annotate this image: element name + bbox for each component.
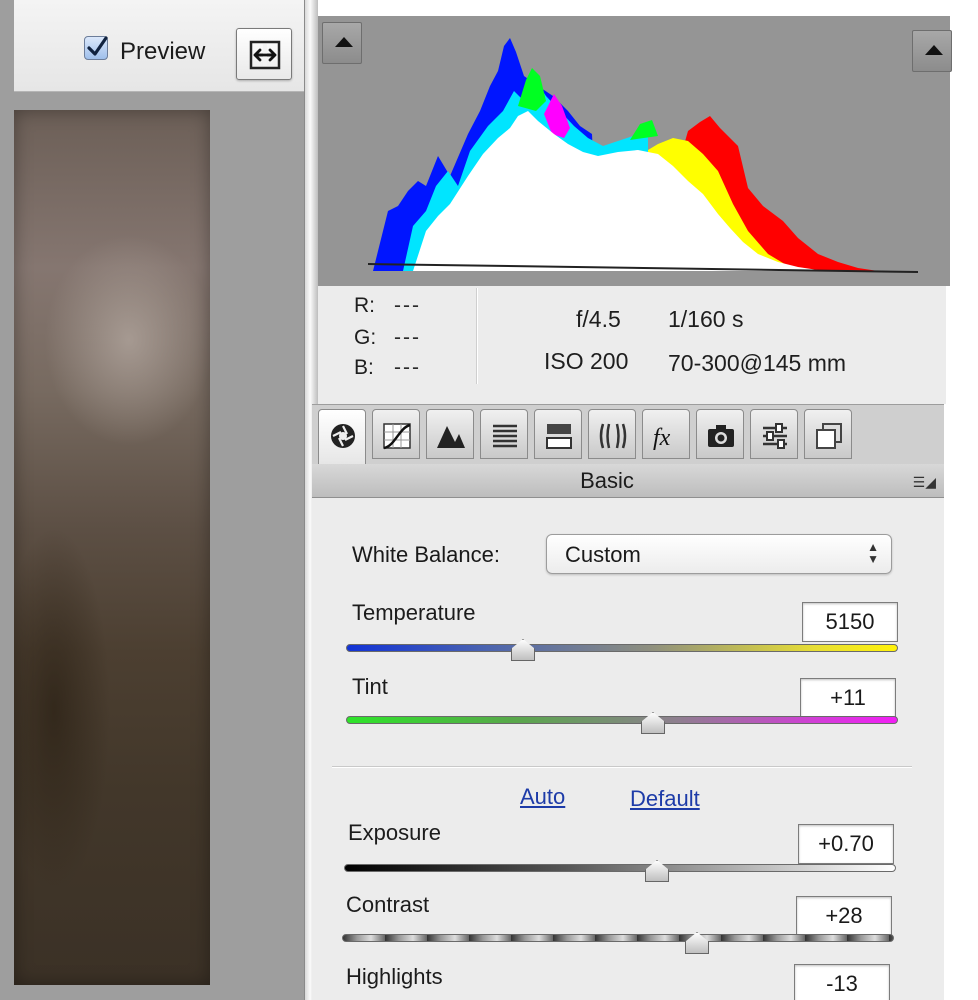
snapshots-icon — [816, 423, 842, 449]
panel-menu-icon[interactable]: ☰◢ — [913, 474, 936, 491]
hsl-icon — [493, 424, 517, 448]
preview-checkbox[interactable] — [84, 36, 108, 60]
info-divider — [476, 288, 478, 384]
tab-lens-corrections[interactable] — [588, 409, 636, 459]
contrast-slider-track[interactable] — [342, 934, 894, 942]
contrast-label: Contrast — [346, 892, 430, 917]
tab-presets[interactable] — [750, 409, 798, 459]
select-arrows-icon: ▲ ▼ — [867, 540, 879, 566]
white-balance-select[interactable]: Custom ▲ ▼ — [546, 534, 892, 574]
section-divider — [332, 766, 912, 768]
window-edge — [944, 404, 978, 1000]
image-preview-pane: Preview — [0, 0, 304, 1000]
shutter-speed-value: 1/160 s — [668, 306, 744, 332]
r-label: R: — [354, 294, 375, 317]
tint-label: Tint — [352, 674, 388, 699]
contrast-input[interactable]: +28 — [796, 896, 892, 936]
b-value: --- — [394, 356, 421, 379]
swap-arrows-icon — [249, 40, 281, 70]
preview-toolbar: Preview — [14, 0, 304, 92]
split-toning-icon — [546, 424, 572, 449]
tab-detail[interactable] — [426, 409, 474, 459]
tab-snapshots[interactable] — [804, 409, 852, 459]
r-value: --- — [394, 294, 421, 317]
presets-icon — [763, 423, 787, 449]
aperture-icon — [331, 424, 355, 448]
white-balance-label: White Balance: — [352, 542, 500, 567]
white-balance-value: Custom — [565, 542, 641, 567]
preview-label: Preview — [120, 38, 206, 65]
tab-tone-curve[interactable] — [372, 409, 420, 459]
tint-input[interactable]: +11 — [800, 678, 896, 718]
info-panel: R: --- G: --- B: --- f/4.5 1/160 s ISO 2… — [318, 286, 946, 406]
lens-focal-value: 70-300@145 mm — [668, 350, 847, 376]
tab-basic[interactable] — [318, 409, 366, 465]
tab-camera-calibration[interactable] — [696, 409, 744, 459]
default-link[interactable]: Default — [630, 786, 700, 812]
effects-fx-icon: fx — [653, 425, 671, 451]
panel-header: Basic ☰◢ — [312, 464, 944, 498]
swap-view-button[interactable] — [236, 28, 292, 80]
tab-hsl[interactable] — [480, 409, 528, 459]
exposure-label: Exposure — [348, 820, 441, 845]
tab-split-toning[interactable] — [534, 409, 582, 459]
temperature-label: Temperature — [352, 600, 476, 625]
panel-title: Basic — [580, 468, 634, 493]
camera-calibration-icon — [708, 425, 734, 447]
lens-corrections-icon — [599, 423, 627, 449]
tone-curve-icon — [383, 423, 411, 450]
aperture-value: f/4.5 — [576, 306, 621, 332]
auto-link[interactable]: Auto — [520, 784, 565, 810]
basic-panel: White Balance: Custom ▲ ▼ Temperature 515… — [312, 498, 944, 1000]
svg-text:fx: fx — [653, 425, 671, 451]
g-label: G: — [354, 326, 377, 349]
preview-photo[interactable] — [14, 110, 210, 985]
histogram — [318, 16, 952, 286]
iso-value: ISO 200 — [544, 348, 629, 374]
b-label: B: — [354, 356, 374, 379]
exposure-slider-track[interactable] — [344, 864, 896, 872]
shadow-clipping-warning-button[interactable] — [322, 22, 362, 64]
highlight-clipping-warning-button[interactable] — [912, 30, 952, 72]
histogram-graph — [367, 38, 919, 273]
tab-effects[interactable]: fx — [642, 409, 690, 459]
tint-slider-track[interactable] — [346, 716, 898, 724]
detail-icon — [437, 426, 465, 448]
g-value: --- — [394, 326, 421, 349]
checkmark-icon — [87, 36, 108, 56]
highlights-label: Highlights — [346, 964, 443, 989]
temperature-input[interactable]: 5150 — [802, 602, 898, 642]
panel-tabs: fx — [312, 404, 944, 465]
temperature-slider-track[interactable] — [346, 644, 898, 652]
highlights-input[interactable]: -13 — [794, 964, 890, 1000]
exposure-input[interactable]: +0.70 — [798, 824, 894, 864]
